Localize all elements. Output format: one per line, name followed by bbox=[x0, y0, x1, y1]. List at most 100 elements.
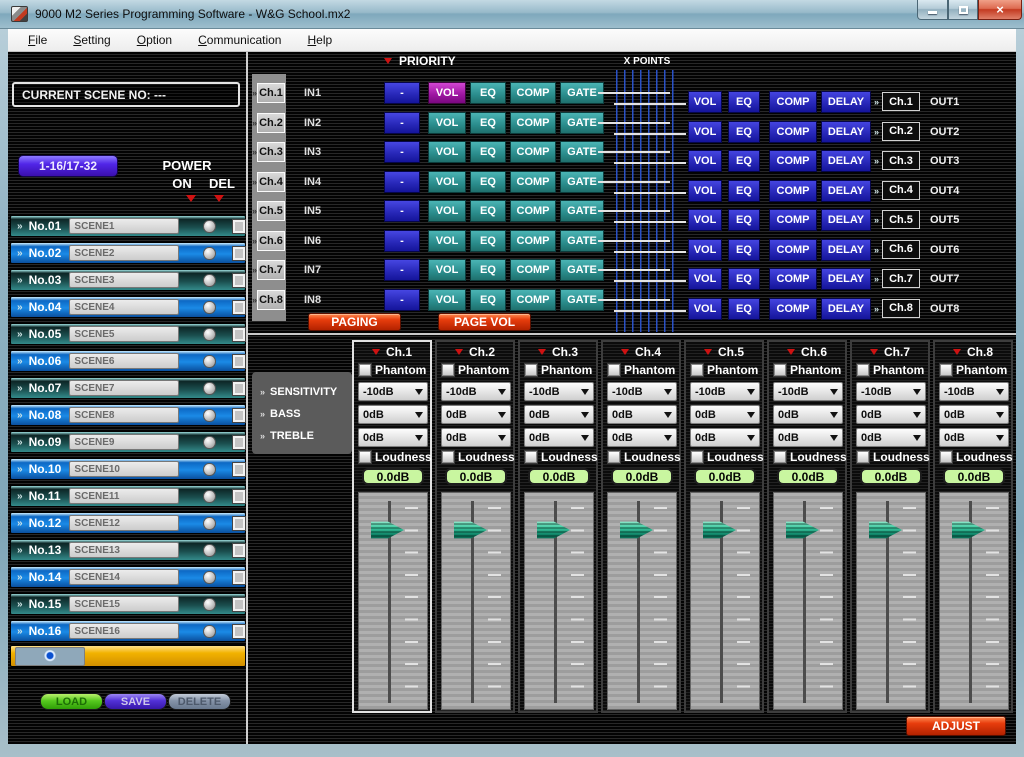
bass-select[interactable]: 0dB bbox=[773, 405, 843, 424]
menu-item[interactable]: Help bbox=[294, 30, 345, 50]
output-delay-button[interactable]: DELAY bbox=[821, 180, 871, 202]
phantom-checkbox[interactable] bbox=[774, 364, 786, 376]
output-channel-label[interactable]: Ch.8 bbox=[882, 299, 920, 318]
treble-select[interactable]: 0dB bbox=[441, 428, 511, 447]
output-eq-button[interactable]: EQ bbox=[728, 180, 760, 202]
sensitivity-select[interactable]: -10dB bbox=[690, 382, 760, 401]
input-channel-tab[interactable]: » Ch.1 bbox=[252, 83, 286, 103]
output-delay-button[interactable]: DELAY bbox=[821, 268, 871, 290]
input-vol-button[interactable]: VOL bbox=[428, 289, 466, 311]
scene-row[interactable]: » No.08 bbox=[10, 404, 246, 426]
input-eq-button[interactable]: EQ bbox=[470, 82, 506, 104]
output-eq-button[interactable]: EQ bbox=[728, 298, 760, 320]
output-delay-button[interactable]: DELAY bbox=[821, 298, 871, 320]
phantom-checkbox[interactable] bbox=[442, 364, 454, 376]
scene-name-input[interactable] bbox=[69, 218, 179, 234]
bass-select[interactable]: 0dB bbox=[690, 405, 760, 424]
input-comp-button[interactable]: COMP bbox=[510, 112, 556, 134]
level-fader[interactable] bbox=[524, 492, 594, 710]
output-eq-button[interactable]: EQ bbox=[728, 209, 760, 231]
menu-item[interactable]: File bbox=[15, 30, 60, 50]
output-eq-button[interactable]: EQ bbox=[728, 91, 760, 113]
output-eq-button[interactable]: EQ bbox=[728, 121, 760, 143]
input-comp-button[interactable]: COMP bbox=[510, 289, 556, 311]
scene-del-checkbox[interactable] bbox=[233, 490, 245, 503]
input-channel-label[interactable]: Ch.1 bbox=[257, 83, 285, 103]
level-fader[interactable] bbox=[607, 492, 677, 710]
scene-row[interactable]: » No.11 bbox=[10, 485, 246, 507]
scene-name-input[interactable] bbox=[69, 569, 179, 585]
output-delay-button[interactable]: DELAY bbox=[821, 91, 871, 113]
fader-knob[interactable] bbox=[620, 519, 653, 541]
treble-select[interactable]: 0dB bbox=[939, 428, 1009, 447]
treble-select[interactable]: 0dB bbox=[607, 428, 677, 447]
scene-power-radio[interactable] bbox=[203, 355, 215, 368]
output-vol-button[interactable]: VOL bbox=[688, 268, 722, 290]
loudness-checkbox[interactable] bbox=[359, 451, 371, 463]
scene-power-radio[interactable] bbox=[203, 598, 215, 611]
bass-select[interactable]: 0dB bbox=[939, 405, 1009, 424]
channel-strip[interactable]: Ch.6 Phantom -10dB 0dB 0d bbox=[767, 340, 847, 713]
scene-row[interactable]: » No.05 bbox=[10, 323, 246, 345]
loudness-checkbox[interactable] bbox=[525, 451, 537, 463]
sensitivity-select[interactable]: -10dB bbox=[939, 382, 1009, 401]
output-comp-button[interactable]: COMP bbox=[769, 91, 817, 113]
output-channel-label[interactable]: Ch.7 bbox=[882, 269, 920, 288]
menu-item[interactable]: Communication bbox=[185, 30, 294, 50]
output-comp-button[interactable]: COMP bbox=[769, 209, 817, 231]
scene-power-radio[interactable] bbox=[203, 247, 215, 260]
menu-item[interactable]: Option bbox=[124, 30, 185, 50]
bass-select[interactable]: 0dB bbox=[441, 405, 511, 424]
level-fader[interactable] bbox=[773, 492, 843, 710]
scene-name-input[interactable] bbox=[69, 515, 179, 531]
channel-strip[interactable]: Ch.1 Phantom -10dB 0dB 0d bbox=[352, 340, 432, 713]
scene-del-checkbox[interactable] bbox=[233, 598, 245, 611]
level-fader[interactable] bbox=[690, 492, 760, 710]
sensitivity-select[interactable]: -10dB bbox=[773, 382, 843, 401]
menu-item[interactable]: Setting bbox=[60, 30, 123, 50]
input-eq-button[interactable]: EQ bbox=[470, 141, 506, 163]
scene-name-input[interactable] bbox=[69, 542, 179, 558]
scene-name-input[interactable] bbox=[69, 353, 179, 369]
scene-del-checkbox[interactable] bbox=[233, 517, 245, 530]
scene-name-input[interactable] bbox=[69, 245, 179, 261]
output-delay-button[interactable]: DELAY bbox=[821, 239, 871, 261]
scene-name-input[interactable] bbox=[69, 461, 179, 477]
tone-control-item[interactable]: » SENSITIVITY bbox=[260, 381, 352, 403]
level-fader[interactable] bbox=[358, 492, 428, 710]
sensitivity-select[interactable]: -10dB bbox=[607, 382, 677, 401]
page-vol-button[interactable]: PAGE VOL bbox=[438, 313, 531, 331]
treble-select[interactable]: 0dB bbox=[524, 428, 594, 447]
scene-del-checkbox[interactable] bbox=[233, 274, 245, 287]
bass-select[interactable]: 0dB bbox=[524, 405, 594, 424]
input-comp-button[interactable]: COMP bbox=[510, 230, 556, 252]
output-comp-button[interactable]: COMP bbox=[769, 150, 817, 172]
scene-del-checkbox[interactable] bbox=[233, 571, 245, 584]
scene-power-radio[interactable] bbox=[203, 544, 215, 557]
input-channel-tab[interactable]: » Ch.6 bbox=[252, 231, 286, 251]
input-vol-button[interactable]: VOL bbox=[428, 141, 466, 163]
scene-power-radio[interactable] bbox=[203, 463, 215, 476]
output-vol-button[interactable]: VOL bbox=[688, 209, 722, 231]
sensitivity-select[interactable]: -10dB bbox=[856, 382, 926, 401]
input-comp-button[interactable]: COMP bbox=[510, 171, 556, 193]
scene-del-checkbox[interactable] bbox=[233, 544, 245, 557]
treble-select[interactable]: 0dB bbox=[773, 428, 843, 447]
scene-name-input[interactable] bbox=[69, 434, 179, 450]
input-vol-button[interactable]: VOL bbox=[428, 112, 466, 134]
scene-row[interactable]: » No.12 bbox=[10, 512, 246, 534]
last-scene-row[interactable]: » LAST bbox=[10, 645, 246, 667]
channel-strip[interactable]: Ch.8 Phantom -10dB 0dB 0d bbox=[933, 340, 1013, 713]
input-eq-button[interactable]: EQ bbox=[470, 171, 506, 193]
loudness-checkbox[interactable] bbox=[608, 451, 620, 463]
output-comp-button[interactable]: COMP bbox=[769, 268, 817, 290]
scene-del-checkbox[interactable] bbox=[233, 328, 245, 341]
fader-knob[interactable] bbox=[952, 519, 985, 541]
output-eq-button[interactable]: EQ bbox=[728, 150, 760, 172]
input-comp-button[interactable]: COMP bbox=[510, 259, 556, 281]
output-delay-button[interactable]: DELAY bbox=[821, 209, 871, 231]
output-delay-button[interactable]: DELAY bbox=[821, 150, 871, 172]
output-channel-label[interactable]: Ch.3 bbox=[882, 151, 920, 170]
output-vol-button[interactable]: VOL bbox=[688, 150, 722, 172]
input-comp-button[interactable]: COMP bbox=[510, 200, 556, 222]
